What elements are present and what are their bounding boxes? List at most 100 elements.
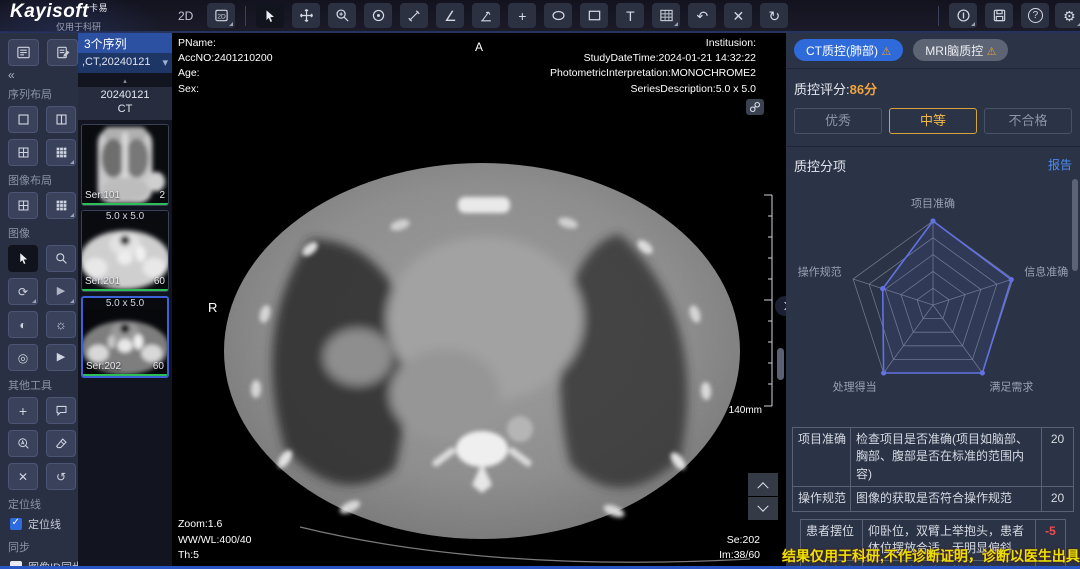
- chevron-up-icon: [757, 482, 768, 493]
- mode-2d-label: 2D: [178, 9, 193, 23]
- crosshair-tool-button[interactable]: +: [8, 397, 38, 424]
- layout-2x2-button[interactable]: [8, 139, 38, 166]
- length-measure-tool-button[interactable]: [400, 3, 428, 28]
- grade-buttons: 优秀 中等 不合格: [786, 98, 1080, 146]
- image-viewport[interactable]: PName: AccNO:2401210200 Age: Sex: A Inst…: [172, 33, 786, 569]
- layout-3x3-button[interactable]: [46, 139, 76, 166]
- info-button[interactable]: [949, 3, 977, 28]
- thumbnail-series-201[interactable]: 5.0 x 5.0 Ser:201 60: [81, 210, 169, 292]
- flip-icon: ▶: [57, 286, 65, 297]
- orientation-marker-right: R: [208, 299, 217, 318]
- ct-image: [190, 129, 768, 565]
- img-layout-3x3-button[interactable]: [46, 192, 76, 219]
- series-list-icon: [16, 45, 31, 60]
- orientation-marker-anterior: A: [475, 39, 483, 56]
- tab-mri-brain-qc[interactable]: MRI脑质控 ⚠: [913, 39, 1008, 61]
- magnify-glass-tool-button[interactable]: [8, 430, 38, 457]
- qc-tabs: CT质控(肺部) ⚠ MRI脑质控 ⚠: [786, 33, 1080, 69]
- brand-name-cn: 卡易: [89, 3, 108, 13]
- viewport-scrollbar-thumb[interactable]: [777, 348, 784, 380]
- qc-radar-chart: 项目准确信息准确满足需求处理得当操作规范: [786, 177, 1080, 425]
- series-selector-dropdown[interactable]: ,CT,20240121 ▾: [78, 53, 172, 73]
- qc-main-table: 项目准确 检查项目是否准确(项目如脑部、胸部、腹部是否在标准的范围内容) 20 …: [792, 427, 1074, 512]
- svg-text:2D: 2D: [217, 13, 226, 20]
- group-collapse-icon[interactable]: ▴: [78, 77, 172, 87]
- qc-panel: CT质控(肺部) ⚠ MRI脑质控 ⚠ 质控评分:86分 优秀 中等 不合格 质…: [786, 33, 1080, 569]
- tab-ct-lung-qc[interactable]: CT质控(肺部) ⚠: [794, 39, 903, 61]
- qc-subsection-title: 质控分项: [794, 156, 846, 175]
- layout-2d-button[interactable]: 2D: [207, 3, 235, 28]
- layout-1x2-button[interactable]: [46, 106, 76, 133]
- grade-medium-button[interactable]: 中等: [889, 108, 977, 134]
- report-panel-button[interactable]: [47, 39, 78, 66]
- series-link-button[interactable]: [746, 99, 764, 115]
- zoom-in-icon: [335, 8, 350, 23]
- comment-tool-button[interactable]: [46, 397, 76, 424]
- window-level-tool-button[interactable]: [364, 3, 392, 28]
- series-group-header[interactable]: 20240121 CT: [78, 87, 172, 120]
- undo-icon: ↶: [696, 9, 708, 23]
- magnify-tool-button[interactable]: [46, 245, 76, 272]
- angle-icon: ∠: [444, 9, 457, 23]
- panel-collapse-handle[interactable]: [775, 296, 786, 316]
- reset-view-button[interactable]: ↺: [46, 463, 76, 490]
- settings-button[interactable]: ⚙: [1055, 3, 1080, 28]
- magnifier-icon: [55, 252, 68, 265]
- grade-excellent-button[interactable]: 优秀: [794, 108, 882, 134]
- toolbar-separator-2: [938, 6, 939, 26]
- panel-scrollbar-thumb[interactable]: [1072, 179, 1078, 271]
- checkbox-locator-line[interactable]: 定位线: [10, 516, 78, 532]
- eraser-tool-button[interactable]: [46, 430, 76, 457]
- brightness-icon: ☼: [55, 318, 67, 331]
- ellipse-roi-tool-button[interactable]: [544, 3, 572, 28]
- angle-measure-tool-button[interactable]: ∠: [436, 3, 464, 28]
- invert-tool-button[interactable]: ◐: [8, 311, 38, 338]
- collapse-sidebar-button[interactable]: «: [8, 68, 78, 82]
- x-icon: ✕: [18, 471, 28, 483]
- delete-icon: ✕: [732, 9, 744, 23]
- settings-gear-icon: ⚙: [1063, 9, 1076, 23]
- rotate-tool-button[interactable]: ⟳: [8, 278, 38, 305]
- delete-annotation-button[interactable]: ✕: [724, 3, 752, 28]
- cobb-angle-tool-button[interactable]: [472, 3, 500, 28]
- cine-play-button[interactable]: ▶: [46, 344, 76, 371]
- pointer-tool-sidebar-button[interactable]: [8, 245, 38, 272]
- save-button[interactable]: [985, 3, 1013, 28]
- undo-button[interactable]: ↶: [688, 3, 716, 28]
- grade-fail-button[interactable]: 不合格: [984, 108, 1072, 134]
- series-list-button[interactable]: [8, 39, 39, 66]
- flip-tool-button[interactable]: ▶: [46, 278, 76, 305]
- layout-1x1-button[interactable]: [8, 106, 38, 133]
- pointer-tool-button[interactable]: [256, 3, 284, 28]
- thumbnail-scout[interactable]: Ser:101 2: [81, 124, 169, 206]
- table-row: 操作规范 图像的获取是否符合操作规范 20: [793, 487, 1074, 511]
- checkbox-checked-icon[interactable]: [10, 518, 22, 530]
- clear-tool-button[interactable]: ✕: [8, 463, 38, 490]
- table-row: 项目准确 检查项目是否准确(项目如脑部、胸部、腹部是否在标准的范围内容) 20: [793, 428, 1074, 487]
- scroll-down-button[interactable]: [748, 497, 778, 520]
- image-grid-tool-button[interactable]: [652, 3, 680, 28]
- reset-button[interactable]: ↻: [760, 3, 788, 28]
- length-measure-icon: [407, 9, 421, 23]
- thumbnail-series-202-selected[interactable]: 5.0 x 5.0 Ser:202 60: [81, 296, 169, 378]
- zoom-in-tool-button[interactable]: [328, 3, 356, 28]
- rect-roi-tool-button[interactable]: [580, 3, 608, 28]
- svg-text:处理得当: 处理得当: [833, 380, 877, 394]
- warning-icon: ⚠: [881, 46, 891, 58]
- section-sync: 同步: [8, 539, 78, 555]
- spiral-tool-button[interactable]: ◎: [8, 344, 38, 371]
- img-layout-2x2-button[interactable]: [8, 192, 38, 219]
- help-button[interactable]: ?: [1021, 3, 1049, 28]
- probe-tool-button[interactable]: +: [508, 3, 536, 28]
- load-progress-bar: [83, 374, 167, 376]
- probe-icon: +: [518, 9, 526, 23]
- reset-ccw-icon: ↺: [56, 471, 66, 483]
- pan-tool-button[interactable]: [292, 3, 320, 28]
- report-link[interactable]: 报告: [1048, 156, 1072, 175]
- scroll-up-button[interactable]: [748, 473, 778, 496]
- app-logo: Kayisoft卡易 仅用于科研: [0, 0, 178, 32]
- text-annotation-tool-button[interactable]: T: [616, 3, 644, 28]
- brightness-tool-button[interactable]: ☼: [46, 311, 76, 338]
- comment-bubble-icon: [55, 404, 68, 417]
- chevron-down-icon: ▾: [162, 56, 168, 73]
